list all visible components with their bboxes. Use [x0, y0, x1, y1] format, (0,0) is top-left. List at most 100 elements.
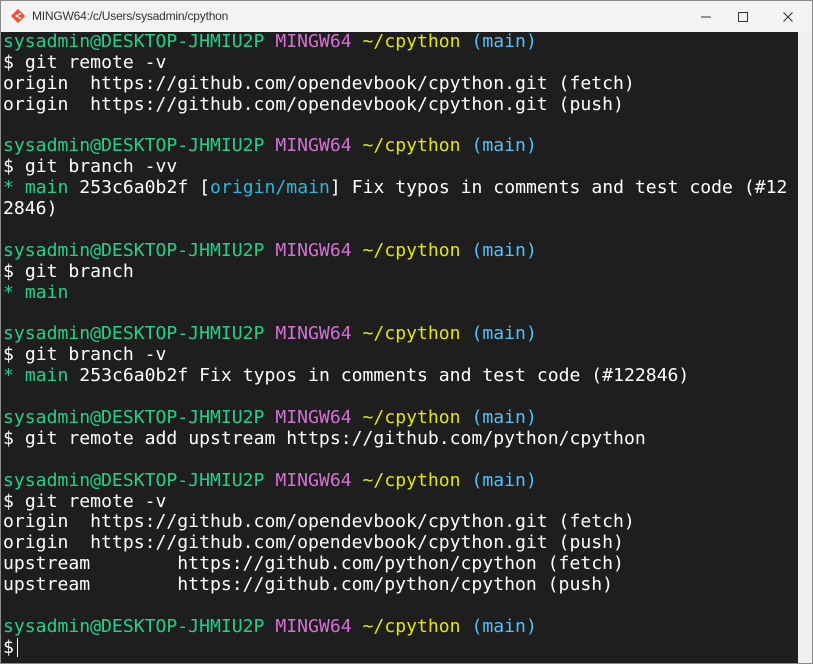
branch-line: * main 253c6a0b2f [origin/main] Fix typo…: [3, 177, 798, 199]
branch-name: main: [24, 281, 69, 303]
branch-line: * main 253c6a0b2f Fix typos in comments …: [3, 365, 798, 387]
command-text: git remote add upstream https://github.c…: [24, 427, 646, 449]
text-cursor: [16, 637, 19, 657]
git-bash-icon: [11, 9, 25, 23]
commit-message: Fix typos in comments and test code (#12: [351, 177, 788, 199]
prompt-line: sysadmin@DESKTOP-JHMIU2P MINGW64 ~/cpyth…: [3, 407, 798, 429]
prompt-user-host: sysadmin@DESKTOP-JHMIU2P: [3, 239, 265, 261]
prompt-line: sysadmin@DESKTOP-JHMIU2P MINGW64 ~/cpyth…: [3, 469, 798, 492]
wrapped-text: 2846): [3, 198, 58, 220]
command-line: $ git branch -vv: [3, 156, 798, 178]
tracking-bracket-close: ]: [329, 177, 341, 199]
prompt-line: sysadmin@DESKTOP-JHMIU2P MINGW64 ~/cpyth…: [3, 136, 798, 157]
prompt-branch: (main): [471, 239, 537, 261]
prompt-symbol: $: [3, 427, 14, 449]
prompt-line: sysadmin@DESKTOP-JHMIU2P MINGW64 ~/cpyth…: [3, 239, 798, 262]
prompt-user-host: sysadmin@DESKTOP-JHMIU2P: [3, 32, 265, 52]
command-text: git remote -v: [24, 51, 167, 73]
output-text: origin https://github.com/opendevbook/cp…: [3, 93, 624, 115]
output-text: origin https://github.com/opendevbook/cp…: [3, 72, 635, 94]
command-text: git branch -vv: [24, 156, 178, 178]
prompt-path: ~/cpython: [362, 135, 461, 157]
output-line: origin https://github.com/opendevbook/cp…: [3, 72, 798, 95]
tracking-branch: origin/main: [210, 177, 330, 199]
prompt-line: sysadmin@DESKTOP-JHMIU2P MINGW64 ~/cpyth…: [3, 324, 798, 345]
prompt-line: sysadmin@DESKTOP-JHMIU2P MINGW64 ~/cpyth…: [3, 615, 798, 638]
title-bar[interactable]: MINGW64:/c/Users/sysadmin/cpython: [1, 1, 812, 32]
prompt-path: ~/cpython: [362, 32, 461, 52]
output-text: origin https://github.com/opendevbook/cp…: [3, 511, 635, 533]
branch-name: main: [24, 365, 69, 387]
command-line: $ git remote add upstream https://github…: [3, 427, 798, 450]
prompt-branch: (main): [471, 407, 537, 429]
prompt-env: MINGW64: [275, 239, 352, 261]
command-text: git remote -v: [24, 490, 167, 512]
branch-details: 253c6a0b2f Fix typos in comments and tes…: [79, 365, 690, 387]
prompt-symbol: $: [3, 51, 14, 73]
prompt-symbol: $: [3, 344, 14, 366]
maximize-icon: [738, 11, 748, 22]
branch-current-marker: *: [3, 281, 14, 303]
prompt-user-host: sysadmin@DESKTOP-JHMIU2P: [3, 469, 265, 491]
tracking-bracket-open: [: [199, 177, 211, 199]
command-line: $ git remote -v: [3, 490, 798, 513]
prompt-branch: (main): [471, 323, 537, 345]
scrollbar[interactable]: [798, 32, 812, 663]
prompt-user-host: sysadmin@DESKTOP-JHMIU2P: [3, 615, 265, 637]
close-button[interactable]: [766, 1, 810, 32]
prompt-line: sysadmin@DESKTOP-JHMIU2P MINGW64 ~/cpyth…: [3, 32, 798, 53]
prompt-env: MINGW64: [275, 469, 352, 491]
output-line: origin https://github.com/opendevbook/cp…: [3, 512, 798, 533]
wrapped-line: 2846): [3, 198, 798, 220]
prompt-path: ~/cpython: [362, 239, 461, 261]
command-line: $: [3, 636, 798, 659]
command-line: $ git branch -v: [3, 344, 798, 366]
branch-current-marker: *: [3, 177, 14, 199]
prompt-path: ~/cpython: [362, 407, 461, 429]
output-line: origin https://github.com/opendevbook/cp…: [3, 93, 798, 116]
prompt-env: MINGW64: [275, 323, 352, 345]
prompt-symbol: $: [3, 156, 14, 178]
prompt-env: MINGW64: [275, 407, 352, 429]
prompt-path: ~/cpython: [362, 615, 461, 637]
branch-line: * main: [3, 281, 798, 304]
prompt-user-host: sysadmin@DESKTOP-JHMIU2P: [3, 323, 265, 345]
prompt-branch: (main): [471, 615, 537, 637]
minimize-icon: [701, 16, 711, 17]
prompt-env: MINGW64: [275, 615, 352, 637]
command-line: $ git branch: [3, 260, 798, 283]
prompt-branch: (main): [471, 32, 537, 52]
output-line: upstream https://github.com/python/cpyth…: [3, 574, 798, 596]
prompt-user-host: sysadmin@DESKTOP-JHMIU2P: [3, 407, 265, 429]
maximize-button[interactable]: [721, 1, 765, 32]
terminal-output[interactable]: sysadmin@DESKTOP-JHMIU2P MINGW64 ~/cpyth…: [1, 32, 798, 663]
output-line: upstream https://github.com/python/cpyth…: [3, 553, 798, 575]
prompt-symbol: $: [3, 636, 14, 658]
prompt-path: ~/cpython: [362, 323, 461, 345]
prompt-symbol: $: [3, 260, 14, 282]
branch-name: main: [24, 177, 69, 199]
prompt-env: MINGW64: [275, 135, 352, 157]
output-text: upstream https://github.com/python/cpyth…: [3, 574, 614, 596]
prompt-symbol: $: [3, 490, 14, 512]
command-line: $ git remote -v: [3, 51, 798, 74]
output-text: upstream https://github.com/python/cpyth…: [3, 553, 624, 575]
close-icon: [783, 11, 793, 22]
prompt-branch: (main): [471, 135, 537, 157]
output-line: origin https://github.com/opendevbook/cp…: [3, 532, 798, 554]
prompt-path: ~/cpython: [362, 469, 461, 491]
output-text: origin https://github.com/opendevbook/cp…: [3, 532, 624, 554]
prompt-env: MINGW64: [275, 32, 352, 52]
prompt-branch: (main): [471, 469, 537, 491]
commit-hash: 253c6a0b2f: [79, 177, 189, 199]
branch-current-marker: *: [3, 365, 14, 387]
prompt-user-host: sysadmin@DESKTOP-JHMIU2P: [3, 135, 265, 157]
command-text: git branch: [24, 260, 134, 282]
command-text: git branch -v: [24, 344, 167, 366]
